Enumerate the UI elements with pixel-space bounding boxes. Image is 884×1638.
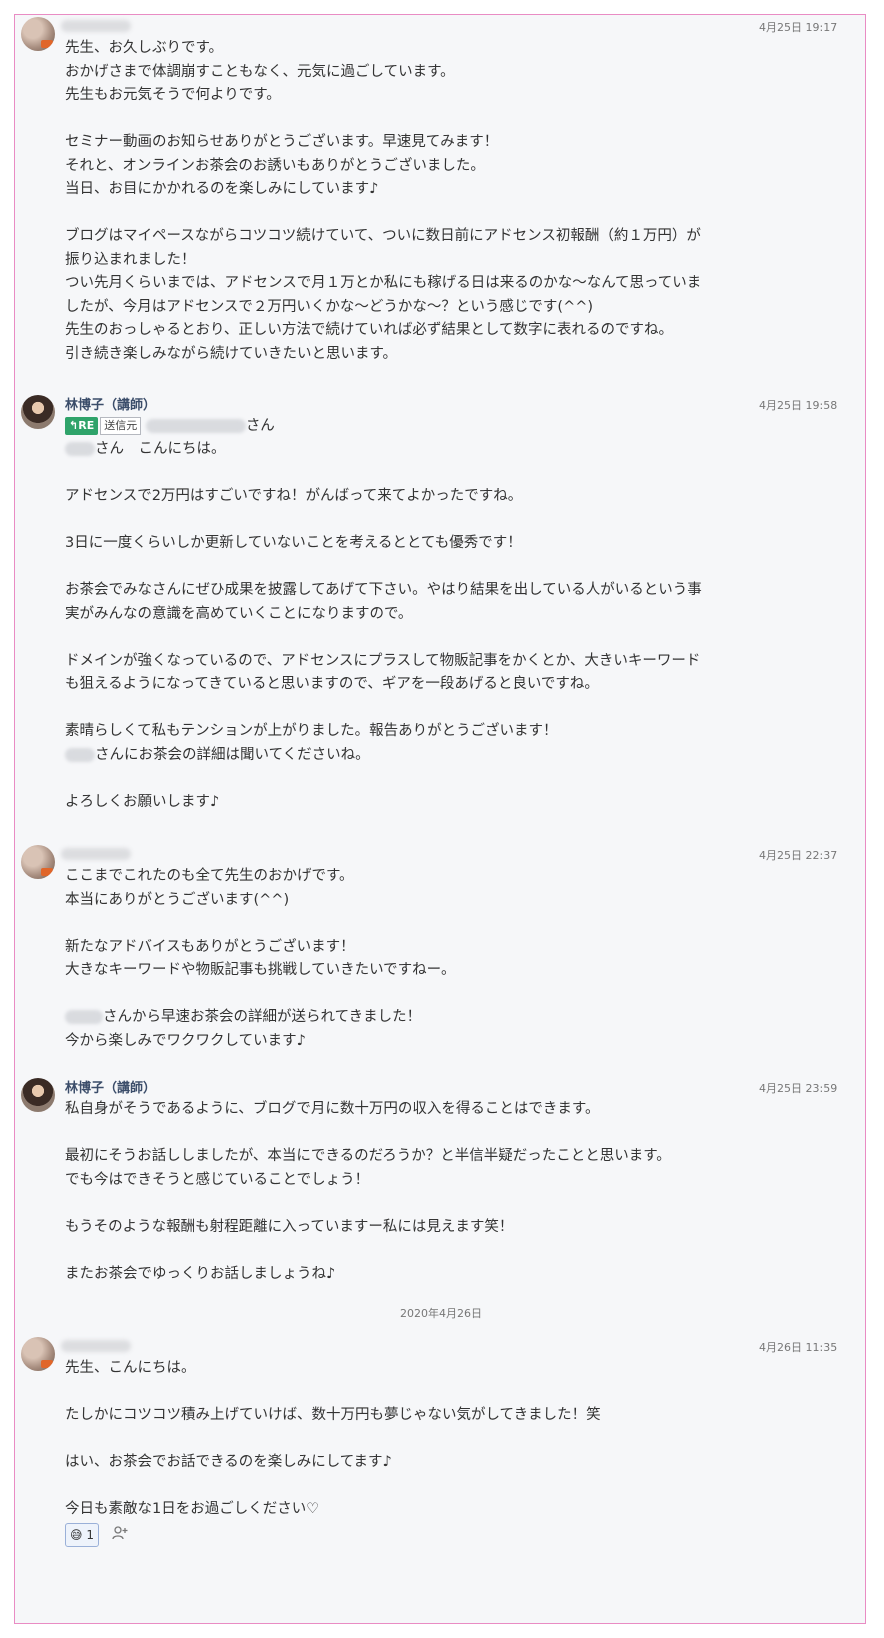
message-time: 4月25日 23:59 [759,1082,838,1095]
message-line: アドセンスで2万円はすごいですね！がんばって来てよかったですね。 [65,488,523,504]
redacted-name [65,1010,103,1024]
message-body: 先生、お久しぶりです。 おかげさまで体調崩すこともなく、元気に過ごしています。 … [65,37,775,366]
message-line: 先生、お久しぶりです。 [65,40,224,56]
message-body: ↰RE 送信元 さん さん こんにちは。 アドセンスで2万円はすごいですね！がんば… [65,415,775,814]
message-line: 3日に一度くらいしか更新していないことを考えるととても優秀です！ [65,535,522,551]
message-line: 今から楽しみでワクワクしています♪ [65,1032,306,1049]
redacted-name [65,747,95,762]
message-line-text: さんから早速お茶会の詳細が送られてきました！ [103,1009,422,1025]
message-line: 新たなアドバイスもありがとうございます！ [65,938,355,955]
message-line: 最初にそうお話ししましたが、本当にできるのだろうか？と半信半疑だったことと思いま… [65,1148,671,1164]
message-line-text: さんにお茶会の詳細は聞いてくださいね。 [95,746,370,763]
avatar[interactable] [21,17,55,51]
message-line: もうそのような報酬も射程距離に入っていますー私には見えます笑！ [65,1218,514,1235]
avatar[interactable] [21,395,55,429]
reaction-bar: 😅 1 [65,1523,128,1547]
message-line: はい、お茶会でお話できるのを楽しみにしてます♪ [65,1454,392,1470]
message-line: さんにお茶会の詳細は聞いてくださいね。 [65,744,775,768]
avatar[interactable] [21,1337,55,1371]
redacted-name [61,20,131,32]
message-line: 先生もお元気そうで何よりです。 [65,87,281,103]
redacted-name [145,419,246,433]
redacted-name [61,848,131,860]
reply-source-label: 送信元 [100,417,142,435]
message-line: 先生、こんにちは。 [65,1360,196,1376]
message-line: セミナー動画のお知らせありがとうございます。早速見てみます！ [65,134,499,150]
reply-arrow-icon: ↰ [69,419,79,432]
message-line: でも今はできそうと感じていることでしょう！ [65,1171,370,1188]
add-reaction-icon[interactable] [112,1525,128,1545]
redacted-name [61,1340,131,1352]
message-line: たしかにコツコツ積み上げていけば、数十万円も夢じゃない気がしてきました！笑 [65,1407,601,1423]
message-line: 今日も素敵な1日をお過ごしください♡ [65,1501,320,1517]
message-line: 先生のおっしゃるとおり、正しい方法で続けていれば必ず結果として数字に表れるのです… [65,322,673,338]
author-name[interactable]: 林博子（講師） [65,394,156,413]
message-time: 4月25日 19:17 [759,21,838,34]
message-line: またお茶会でゆっくりお話しましょうね♪ [65,1265,336,1282]
reply-badge-label: RE [78,419,95,432]
message-line: ドメインが強くなっているので、アドセンスにプラスして物販記事をかくとか、大きいキ… [65,652,701,669]
reply-suffix: さん [245,418,275,434]
author-name[interactable]: 林博子（講師） [65,1077,156,1096]
message-line: ここまでこれたのも全て先生のおかげです。 [65,868,354,884]
redacted-name [65,442,95,456]
reaction-count: 1 [86,1528,94,1542]
message-line: したが、今月はアドセンスで２万円いくかな～どうかな～？という感じです(^^) [65,298,594,315]
message-time: 4月25日 19:58 [759,399,838,412]
reply-badge[interactable]: ↰RE [65,417,99,435]
message-line: 大きなキーワードや物販記事も挑戦していきたいですねー。 [65,962,456,978]
message-line: 当日、お目にかかれるのを楽しみにしています♪ [65,181,379,197]
message-line: 本当にありがとうございます(^^) [65,891,290,908]
chat-thread: 4月25日 19:17 先生、お久しぶりです。 おかげさまで体調崩すこともなく、… [14,14,866,1624]
message-line: おかげさまで体調崩すこともなく、元気に過ごしています。 [65,63,455,80]
message-body: 私自身がそうであるように、ブログで月に数十万円の収入を得ることはできます。 最初… [65,1098,775,1286]
message-time: 4月26日 11:35 [759,1341,838,1354]
message-line: それと、オンラインお茶会のお誘いもありがとうございました。 [65,157,485,174]
message-line: さんから早速お茶会の詳細が送られてきました！ [65,1006,775,1030]
message-line: よろしくお願いします♪ [65,793,220,810]
avatar[interactable] [21,845,55,879]
message-line: 実がみんなの意識を高めていくことになりますので。 [65,605,413,622]
person-plus-icon [112,1526,128,1540]
message-line: お茶会でみなさんにぜひ成果を披露してあげて下さい。やはり結果を出している人がいる… [65,582,702,598]
message-line: 振り込まれました！ [65,251,196,268]
message-line: ブログはマイペースながらコツコツ続けていて、ついに数日前にアドセンス初報酬（約１… [65,228,701,244]
reply-reference[interactable]: ↰RE 送信元 さん [65,415,775,438]
message-line: 素晴らしくて私もテンションが上がりました。報告ありがとうございます！ [65,723,558,739]
message-line: 引き続き楽しみながら続けていきたいと思います。 [65,345,398,362]
reaction-button[interactable]: 😅 1 [65,1523,99,1547]
date-separator: 2020年4月26日 [400,1307,482,1320]
greeting-text: さん こんにちは。 [95,441,226,457]
message-line: さん こんにちは。 [65,438,775,462]
message-time: 4月25日 22:37 [759,849,838,862]
message-body: 先生、こんにちは。 たしかにコツコツ積み上げていけば、数十万円も夢じゃない気がし… [65,1357,775,1522]
message-line: つい先月くらいまでは、アドセンスで月１万とか私にも稼げる日は来るのかな～なんて思… [65,275,702,291]
message-line: 私自身がそうであるように、ブログで月に数十万円の収入を得ることはできます。 [65,1101,600,1117]
message-body: ここまでこれたのも全て先生のおかげです。 本当にありがとうございます(^^) 新… [65,865,775,1053]
sweat-smile-emoji-icon: 😅 [70,1528,83,1542]
message-line: も狙えるようになってきていると思いますので、ギアを一段あげると良いですね。 [65,676,599,692]
avatar[interactable] [21,1078,55,1112]
